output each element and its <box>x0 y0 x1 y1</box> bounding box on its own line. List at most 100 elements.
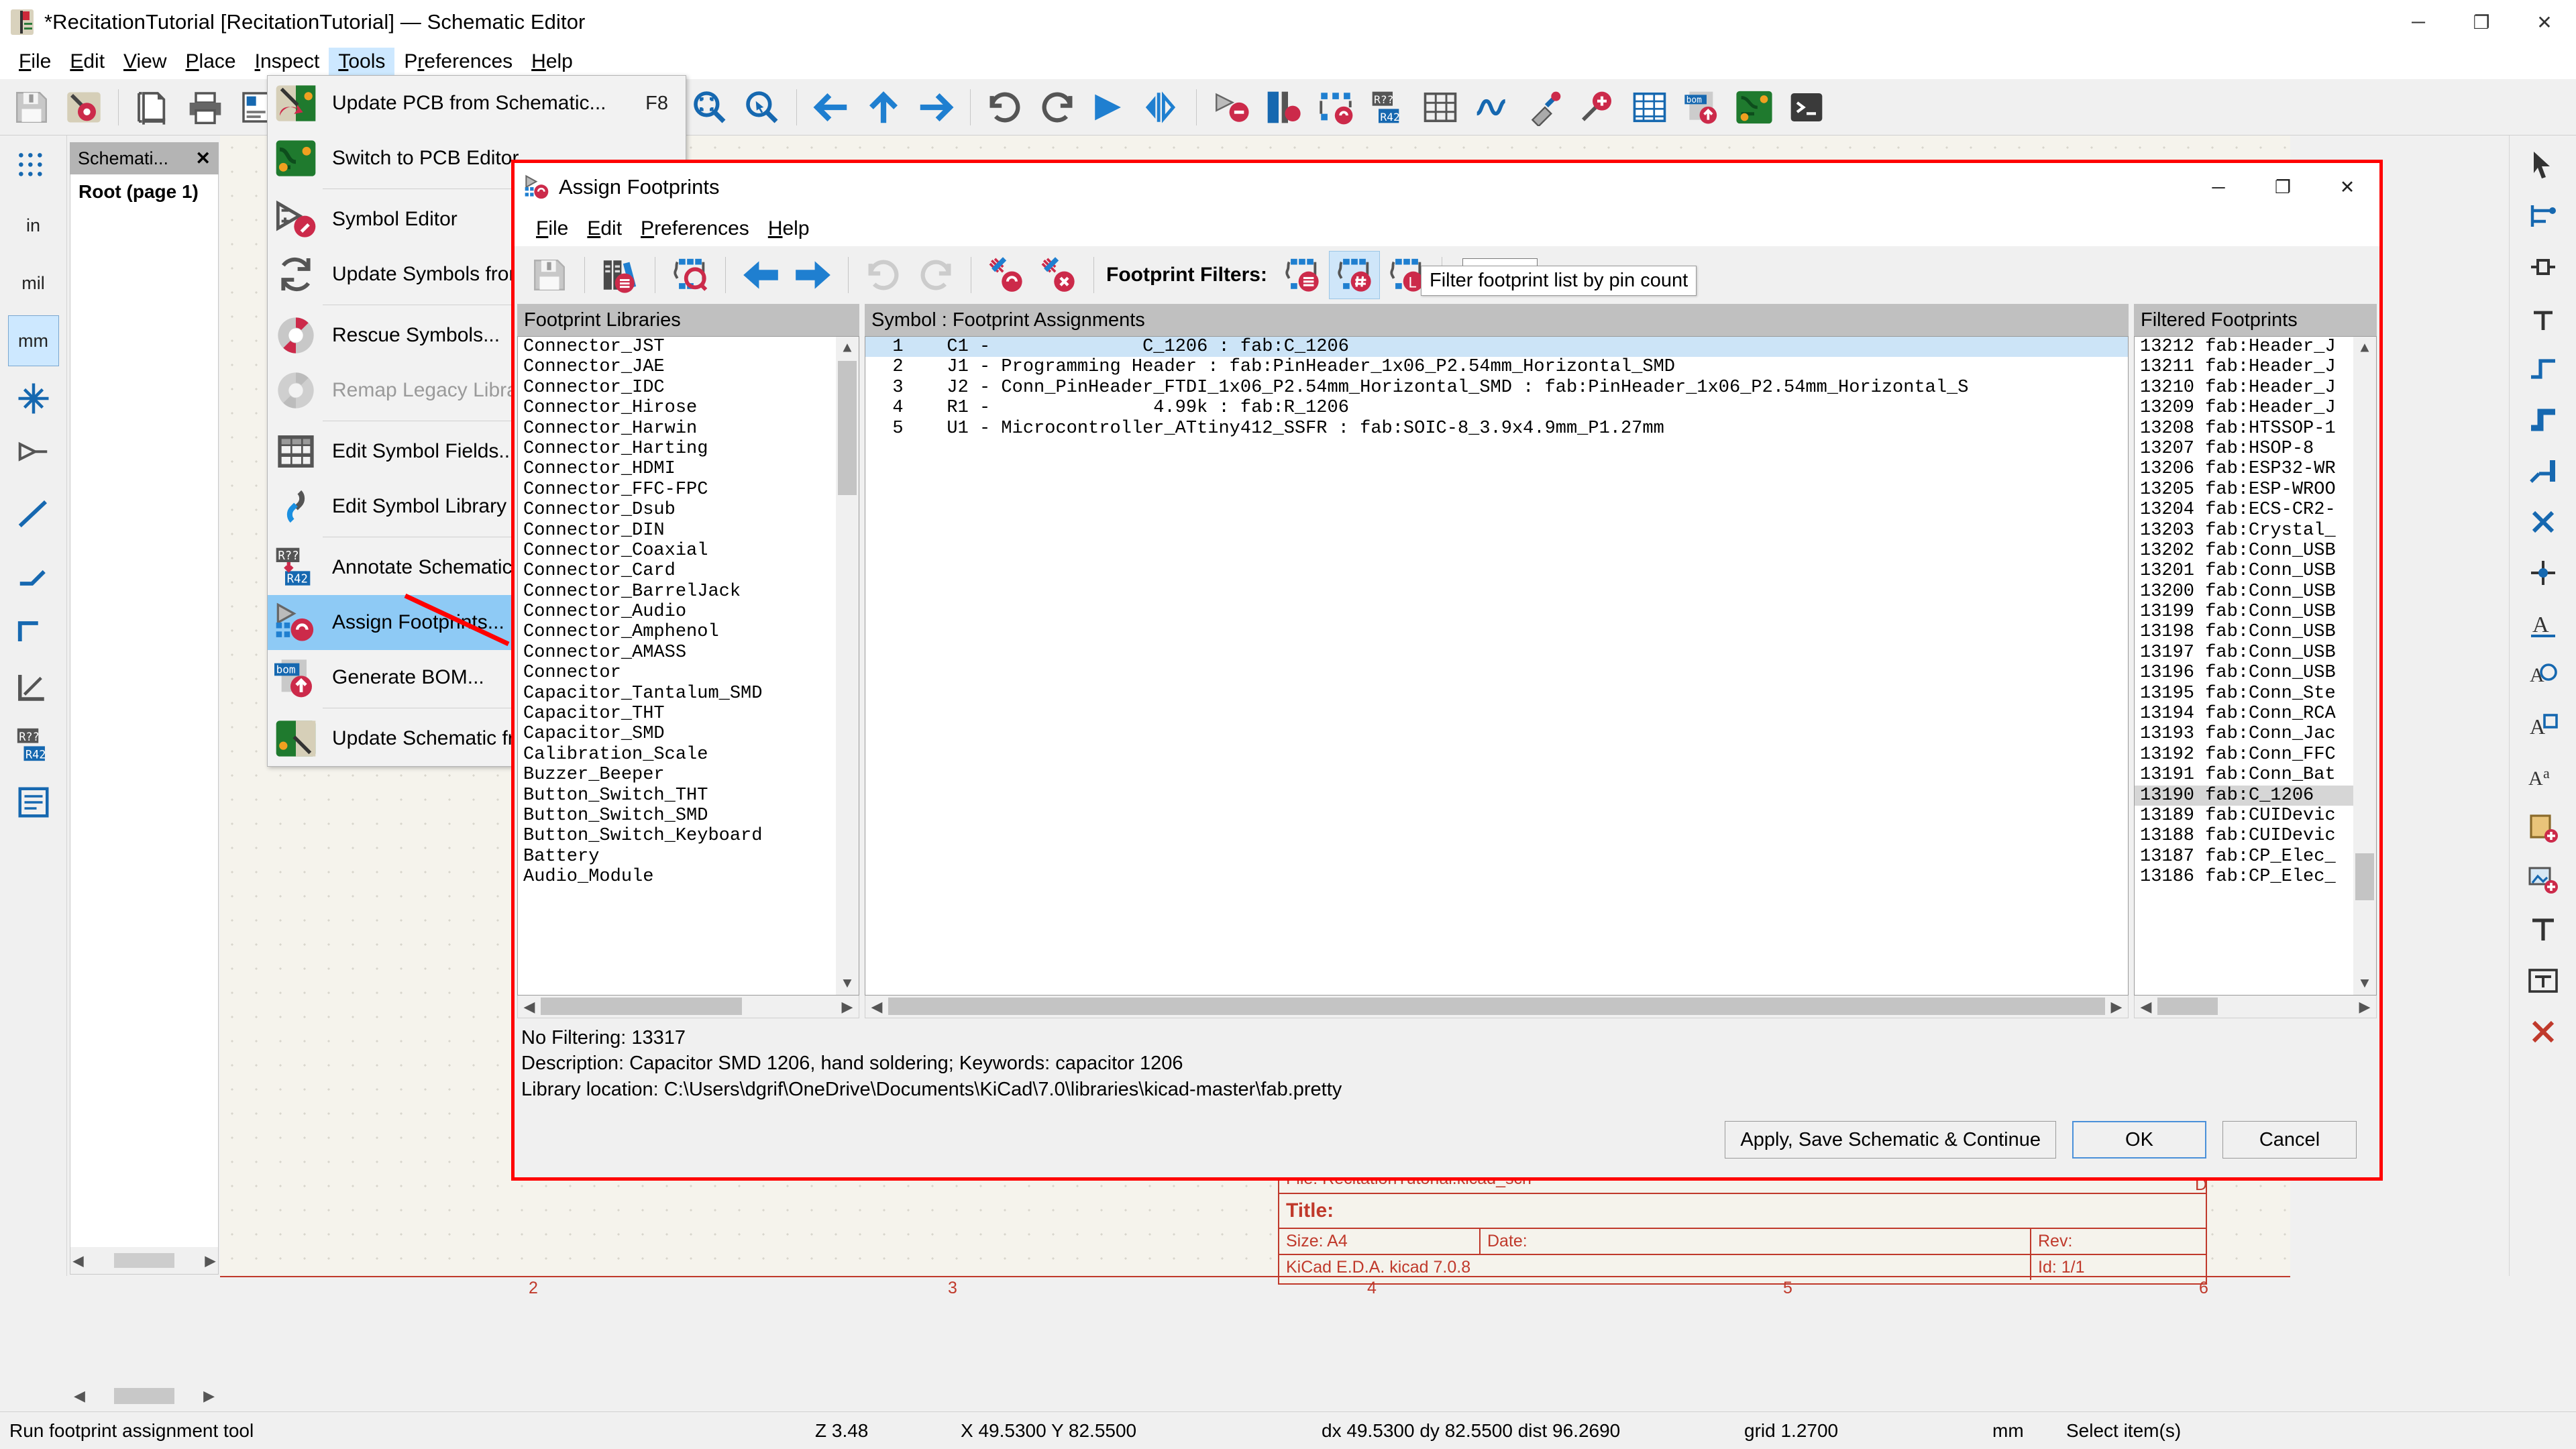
dialog-menu-help[interactable]: Help <box>759 215 819 243</box>
menu-inspect[interactable]: Inspect <box>246 48 329 76</box>
dialog-maximize-button[interactable]: ❐ <box>2251 163 2315 211</box>
net-label-icon[interactable]: A <box>2518 600 2569 648</box>
hidden-pins-icon[interactable] <box>8 431 59 482</box>
library-list-item[interactable]: Button_Switch_Keyboard <box>518 826 859 846</box>
place-symbol-icon[interactable] <box>2518 243 2569 291</box>
library-list-item[interactable]: Connector_AMASS <box>518 643 859 663</box>
filtered-footprint-row[interactable]: 13195 fab:Conn_Ste <box>2135 684 2376 704</box>
add-sheet-icon[interactable] <box>2518 804 2569 852</box>
filtered-footprint-row[interactable]: 13196 fab:Conn_USB <box>2135 663 2376 683</box>
close-button[interactable]: ✕ <box>2513 0 2576 44</box>
library-list-item[interactable]: Button_Switch_THT <box>518 786 859 806</box>
assign-footprints-toolbar-icon[interactable] <box>1311 83 1360 132</box>
libraries-hscrollbar[interactable]: ◀ ▶ <box>517 996 859 1019</box>
save-icon[interactable] <box>524 251 575 299</box>
filtered-footprints-list[interactable]: 13212 fab:Header_J 13211 fab:Header_J 1321… <box>2134 336 2377 996</box>
menu-file[interactable]: File <box>9 48 60 76</box>
scroll-right-icon[interactable]: ▶ <box>205 1252 215 1269</box>
rotate-ccw-icon[interactable] <box>980 83 1030 132</box>
scroll-left-icon[interactable]: ◀ <box>519 998 539 1016</box>
hierarchy-root-item[interactable]: Root (page 1) <box>78 181 210 203</box>
filtered-footprint-row[interactable]: 13204 fab:ECS-CR2- <box>2135 500 2376 520</box>
footprint-library-icon[interactable] <box>594 251 645 299</box>
annotate-r42-icon[interactable]: R?? R42 <box>1363 83 1413 132</box>
library-list-item[interactable]: Connector_Coaxial <box>518 541 859 561</box>
scroll-down-icon[interactable]: ▼ <box>836 972 859 995</box>
maximize-button[interactable]: ❐ <box>2450 0 2513 44</box>
library-list-item[interactable]: Battery <box>518 847 859 867</box>
apply-save-continue-button[interactable]: Apply, Save Schematic & Continue <box>1725 1121 2056 1159</box>
minimize-button[interactable]: ─ <box>2387 0 2450 44</box>
schematic-panel-tab[interactable]: Schemati... ✕ <box>70 142 219 174</box>
up-arrow-icon[interactable] <box>859 83 908 132</box>
menu-view[interactable]: View <box>114 48 176 76</box>
text-tool-icon[interactable] <box>2518 906 2569 954</box>
filtered-footprint-row[interactable]: 13210 fab:Header_J <box>2135 378 2376 398</box>
annotate-tool-icon[interactable] <box>1206 83 1256 132</box>
footprint-libraries-list[interactable]: Connector_JST Connector_JAE Connector_IDC C… <box>517 336 859 996</box>
filtered-footprint-row[interactable]: 13194 fab:Conn_RCA <box>2135 704 2376 724</box>
cancel-button[interactable]: Cancel <box>2222 1121 2357 1159</box>
menu-item-update-pcb-from-schematic[interactable]: Update PCB from Schematic... F8 <box>268 76 686 131</box>
scroll-thumb[interactable] <box>2157 998 2218 1016</box>
filtered-footprint-row[interactable]: 13189 fab:CUIDevic <box>2135 806 2376 826</box>
filtered-hscrollbar[interactable]: ◀ ▶ <box>2134 996 2377 1019</box>
library-list-item[interactable]: Capacitor_Tantalum_SMD <box>518 684 859 704</box>
library-list-item[interactable]: Connector_JST <box>518 337 859 357</box>
mirror-horizontal-icon[interactable] <box>1137 83 1187 132</box>
draw-bus-icon[interactable] <box>2518 396 2569 444</box>
sheet-pin-icon[interactable]: Aa <box>2518 753 2569 801</box>
scroll-thumb[interactable] <box>888 998 2105 1016</box>
scroll-up-icon[interactable]: ▲ <box>836 337 859 360</box>
mirror-vertical-icon[interactable] <box>1085 83 1134 132</box>
hierarchy-hscrollbar[interactable]: ◀ ▶ <box>70 1247 218 1274</box>
status-units[interactable]: mm <box>1992 1420 2024 1442</box>
filtered-footprint-row[interactable]: 13198 fab:Conn_USB <box>2135 622 2376 642</box>
library-list-item[interactable]: Connector_Amphenol <box>518 622 859 642</box>
dialog-menu-file[interactable]: File <box>527 215 578 243</box>
library-list-item[interactable]: Connector_Dsub <box>518 500 859 520</box>
scroll-thumb[interactable] <box>838 361 857 495</box>
filtered-footprint-row[interactable]: 13201 fab:Conn_USB <box>2135 561 2376 581</box>
scroll-down-icon[interactable]: ▼ <box>2353 972 2376 995</box>
close-icon[interactable]: ✕ <box>195 148 211 169</box>
filtered-footprint-row[interactable]: 13206 fab:ESP32-WR <box>2135 459 2376 479</box>
library-list-item[interactable]: Calibration_Scale <box>518 745 859 765</box>
scroll-thumb[interactable] <box>114 1388 174 1404</box>
select-arrow-icon[interactable] <box>2518 141 2569 189</box>
filter-by-keyword-icon[interactable] <box>1277 251 1328 299</box>
wire-to-bus-icon[interactable] <box>2518 447 2569 495</box>
filtered-footprint-row[interactable]: 13191 fab:Conn_Bat <box>2135 765 2376 785</box>
bom-toolbar-icon[interactable]: bom <box>1677 83 1727 132</box>
scroll-right-icon[interactable]: ▶ <box>2106 998 2127 1016</box>
filtered-footprint-row[interactable]: 13207 fab:HSOP-8 <box>2135 439 2376 459</box>
scroll-left-icon[interactable]: ◀ <box>2136 998 2156 1016</box>
menu-preferences[interactable]: Preferences <box>394 48 522 76</box>
junction-icon[interactable] <box>2518 549 2569 597</box>
scripting-console-icon[interactable] <box>1782 83 1831 132</box>
forward-arrow-icon[interactable] <box>911 83 961 132</box>
dialog-menu-preferences[interactable]: Preferences <box>631 215 759 243</box>
pcb-editor-toolbar-icon[interactable] <box>1729 83 1779 132</box>
menu-place[interactable]: Place <box>176 48 246 76</box>
back-arrow-icon[interactable] <box>806 83 856 132</box>
line-mode-free-icon[interactable] <box>8 488 59 539</box>
next-arrow-icon[interactable] <box>788 251 839 299</box>
filtered-footprint-row[interactable]: 13192 fab:Conn_FFC <box>2135 745 2376 765</box>
library-list-item[interactable]: Connector_Card <box>518 561 859 581</box>
scroll-right-icon[interactable]: ▶ <box>203 1387 215 1405</box>
rotate-cw-icon[interactable] <box>1032 83 1082 132</box>
scroll-right-icon[interactable]: ▶ <box>2355 998 2375 1016</box>
spreadsheet-icon[interactable] <box>1625 83 1674 132</box>
filtered-vscrollbar[interactable]: ▲ ▼ <box>2353 337 2376 996</box>
save-icon[interactable] <box>7 83 56 132</box>
delete-icon[interactable] <box>2518 1008 2569 1056</box>
filtered-footprint-row[interactable]: 13202 fab:Conn_USB <box>2135 541 2376 561</box>
assignment-row[interactable]: 2 J1 - Programming Header : fab:PinHeade… <box>865 357 2128 377</box>
assignment-row[interactable]: 1 C1 - C_1206 : fab:C_1206 <box>865 337 2128 358</box>
library-list-item[interactable]: Connector_JAE <box>518 357 859 377</box>
filtered-footprint-row[interactable]: 13205 fab:ESP-WROO <box>2135 480 2376 500</box>
libraries-vscrollbar[interactable]: ▲ ▼ <box>836 337 859 996</box>
scroll-left-icon[interactable]: ◀ <box>74 1387 85 1405</box>
no-connect-icon[interactable] <box>2518 498 2569 546</box>
